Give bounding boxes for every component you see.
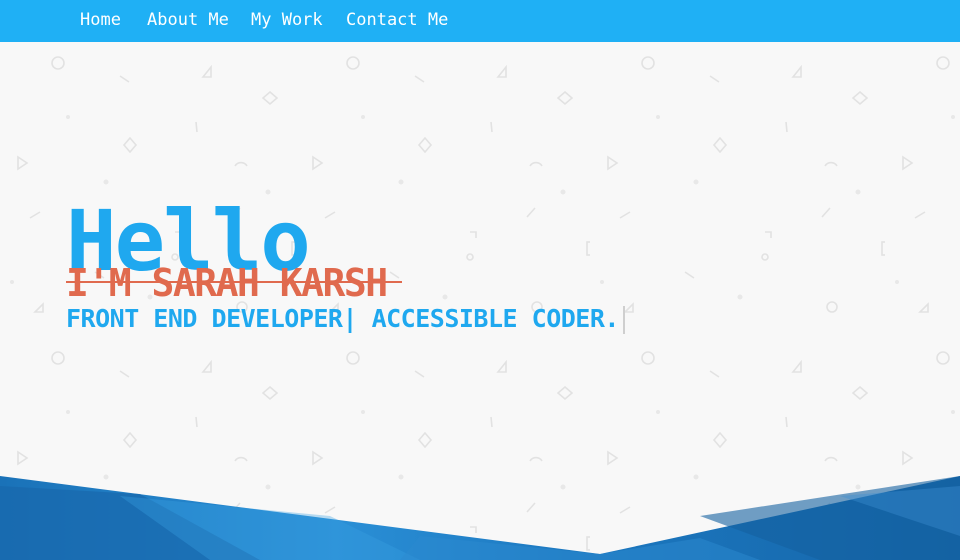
tagline-text: FRONT END DEVELOPER| ACCESSIBLE CODER. bbox=[66, 304, 619, 333]
nav-home-link[interactable]: Home bbox=[80, 10, 121, 30]
bottom-wave-band bbox=[0, 476, 960, 560]
top-navbar: Home About Me My Work Contact Me bbox=[0, 0, 960, 42]
nav-my-work-link[interactable]: My Work bbox=[251, 10, 323, 30]
nav-contact-me-link[interactable]: Contact Me bbox=[346, 10, 448, 30]
name-underline bbox=[66, 281, 402, 283]
typing-cursor bbox=[622, 306, 625, 334]
tagline: FRONT END DEVELOPER| ACCESSIBLE CODER. bbox=[66, 304, 625, 334]
nav-about-me-link[interactable]: About Me bbox=[147, 10, 229, 30]
hero-section: Hello I'M SARAH KARSH FRONT END DEVELOPE… bbox=[0, 42, 960, 560]
